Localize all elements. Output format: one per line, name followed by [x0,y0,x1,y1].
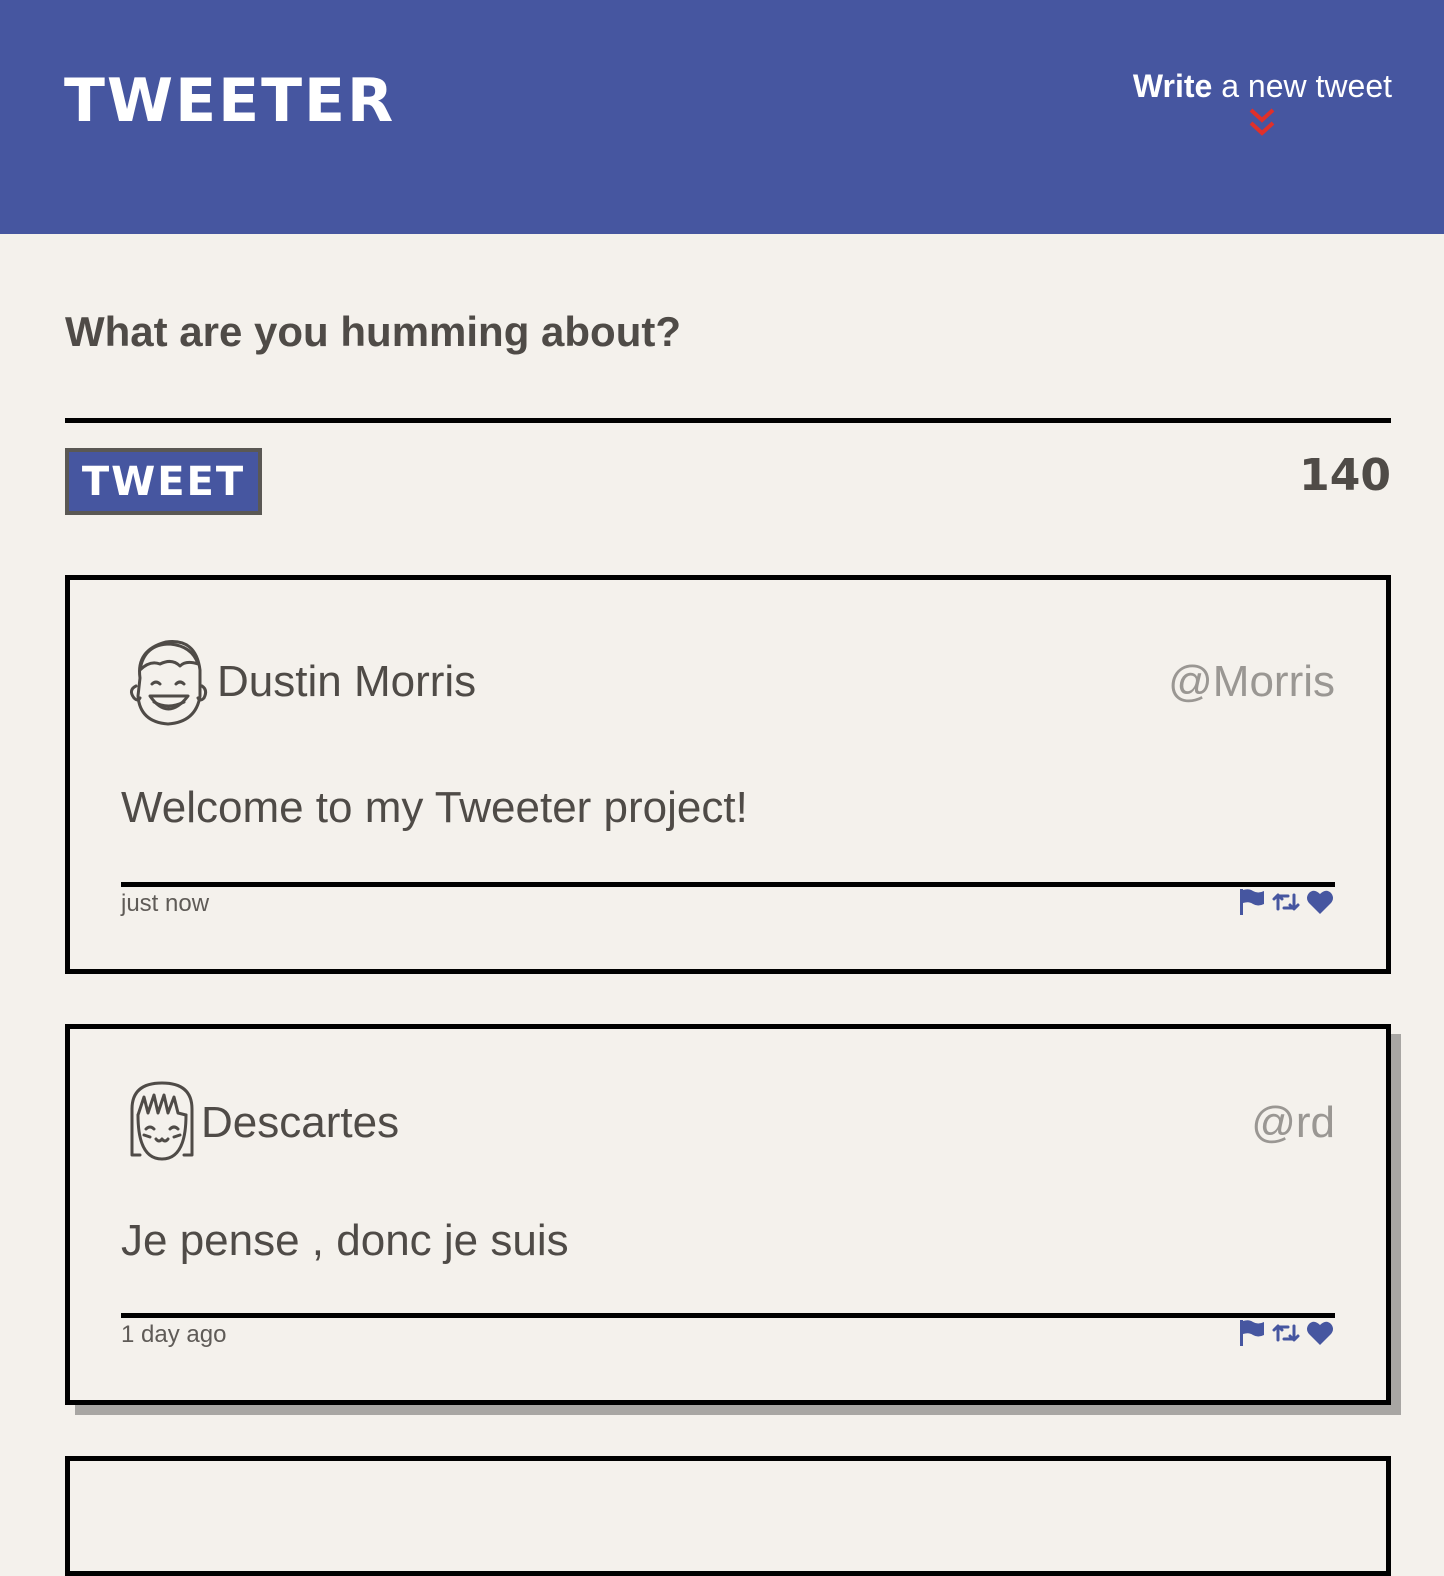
tweet-author-handle: @Morris [1168,657,1335,706]
tweet-author-name: Dustin Morris [217,657,477,706]
retweet-icon[interactable] [1271,887,1301,917]
brand-logo[interactable]: TWEETER [64,66,395,136]
tweet-author-handle: @rd [1251,1098,1335,1147]
smiling-boy-avatar-icon [129,640,208,726]
tweet-timestamp: just now [121,890,210,917]
character-counter: 140 [1299,450,1391,501]
top-nav: TWEETER Write a new tweet [0,0,1444,234]
tweet-content: Je pense , donc je suis [121,1216,569,1265]
tweet-submit-button[interactable]: TWEET [65,448,262,515]
heart-icon[interactable] [1305,887,1335,917]
double-chevron-down-icon [1250,108,1275,136]
tweet-card: Dustin Morris @Morris Welcome to my Twee… [65,575,1391,974]
heart-icon[interactable] [1305,1318,1335,1348]
composer-title: What are you humming about? [65,308,681,355]
tweet-content: Welcome to my Tweeter project! [121,783,748,832]
tweet-footer: just now [121,882,1335,928]
tweet-footer: 1 day ago [121,1313,1335,1359]
smiling-girl-avatar-icon [130,1081,194,1161]
tweet-card [65,1456,1391,1576]
flag-icon[interactable] [1237,887,1267,917]
flag-icon[interactable] [1237,1318,1267,1348]
write-new-tweet-rest: a new tweet [1212,68,1392,104]
write-new-tweet-toggle[interactable]: Write a new tweet [1133,66,1392,140]
tweet-author-name: Descartes [201,1098,400,1147]
tweet-textarea[interactable] [65,366,1391,423]
retweet-icon[interactable] [1271,1318,1301,1348]
tweet-actions [1237,1318,1335,1348]
write-new-tweet-strong: Write [1132,68,1213,104]
tweet-actions [1237,887,1335,917]
tweet-timestamp: 1 day ago [121,1321,227,1348]
tweet-card: Descartes @rd Je pense , donc je suis 1 … [65,1024,1391,1405]
